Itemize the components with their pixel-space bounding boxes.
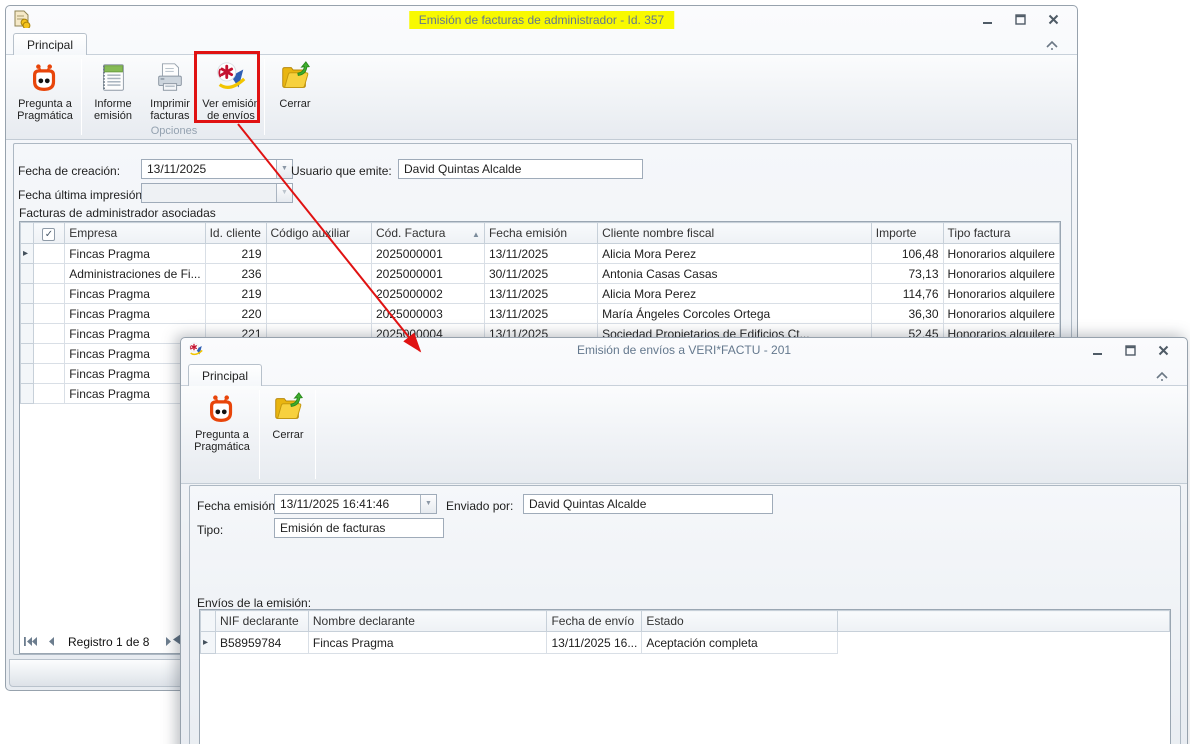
- row-marker-header: [20, 222, 34, 244]
- window2-tabrow: Principal: [181, 363, 1187, 387]
- table-row[interactable]: Administraciones de Fi... 236 2025000001 …: [20, 263, 1060, 284]
- robot-icon: [210, 393, 233, 422]
- row-marker-icon: ▸: [20, 243, 34, 264]
- col-codigo-auxiliar[interactable]: Código auxiliar: [265, 222, 372, 244]
- minimize-button[interactable]: [1087, 343, 1107, 358]
- col-nif-declarante[interactable]: NIF declarante: [214, 610, 309, 632]
- row-marker-icon: ▸: [200, 631, 216, 654]
- tab-principal[interactable]: Principal: [13, 33, 88, 56]
- tipo-input[interactable]: Emisión de facturas: [274, 518, 444, 538]
- pregunta-pragmatica-button[interactable]: Pregunta a Pragmática: [189, 389, 255, 457]
- cerrar-button[interactable]: Cerrar: [268, 58, 322, 126]
- record-navigator: Registro 1 de 8: [22, 632, 195, 651]
- verifactu-icon: [216, 61, 246, 90]
- close-folder-icon: [282, 61, 310, 88]
- col-tipo-factura[interactable]: Tipo factura: [942, 222, 1060, 244]
- table-row[interactable]: ▸ Fincas Pragma 219 2025000001 13/11/2025…: [20, 243, 1060, 264]
- table-row[interactable]: ▸ B58959784 Fincas Pragma 13/11/2025 16.…: [200, 631, 1170, 654]
- minimize-button[interactable]: [977, 12, 997, 27]
- window1-ribbon: Pregunta a Pragmática Informe emisión Im…: [6, 55, 1077, 140]
- printer-icon: [158, 63, 182, 91]
- window2-ribbon: Pregunta a Pragmática Cerrar: [181, 386, 1187, 484]
- informe-emision-button[interactable]: Informe emisión: [85, 58, 141, 126]
- maximize-button[interactable]: [1010, 12, 1030, 27]
- pregunta-pragmatica-button[interactable]: Pregunta a Pragmática: [12, 58, 78, 126]
- facturas-asociadas-caption: Facturas de administrador asociadas: [19, 206, 216, 220]
- table-row[interactable]: Fincas Pragma 219 2025000002 13/11/2025 Al…: [20, 283, 1060, 304]
- dropdown-icon[interactable]: ▼: [276, 160, 292, 178]
- fecha-emision-label: Fecha emisión:: [197, 499, 279, 513]
- header-row: NIF declarante Nombre declarante Fecha d…: [200, 610, 1170, 632]
- close-button[interactable]: [1043, 12, 1063, 27]
- nav-first-icon[interactable]: [22, 634, 38, 649]
- window1-title: Emisión de facturas de administrador - I…: [408, 11, 675, 29]
- report-icon: [102, 63, 125, 92]
- dropdown-icon: ▼: [276, 184, 292, 202]
- tab-principal[interactable]: Principal: [188, 364, 263, 387]
- sort-asc-icon: ▲: [472, 230, 480, 239]
- tipo-label: Tipo:: [197, 523, 224, 537]
- cerrar-button[interactable]: Cerrar: [263, 389, 313, 457]
- envios-grid: NIF declarante Nombre declarante Fecha d…: [199, 609, 1171, 744]
- record-counter: Registro 1 de 8: [68, 634, 150, 649]
- window1-tabrow: Principal: [6, 32, 1077, 56]
- window2-titlebar: Emisión de envíos a VERI*FACTU - 201: [181, 338, 1187, 363]
- check-icon: ✓: [42, 228, 56, 241]
- window1-titlebar: Emisión de facturas de administrador - I…: [6, 6, 1077, 32]
- fecha-emision-input[interactable]: 13/11/2025 16:41:46 ▼: [274, 494, 437, 514]
- usuario-emite-input[interactable]: David Quintas Alcalde: [398, 159, 643, 179]
- col-fecha-emision[interactable]: Fecha emisión: [483, 222, 599, 244]
- collapse-ribbon-icon[interactable]: [1155, 370, 1169, 382]
- col-id-cliente[interactable]: Id. cliente: [204, 222, 267, 244]
- maximize-button[interactable]: [1120, 343, 1140, 358]
- select-column-header[interactable]: ✓: [32, 222, 66, 244]
- table-row[interactable]: Fincas Pragma 220 2025000003 13/11/2025 Ma…: [20, 303, 1060, 324]
- verifactu-icon: [188, 342, 203, 356]
- col-nombre-declarante[interactable]: Nombre declarante: [307, 610, 548, 632]
- fecha-impresion-label: Fecha última impresión:: [18, 188, 146, 202]
- fecha-creacion-label: Fecha de creación:: [18, 164, 121, 178]
- header-row: ✓ Empresa Id. cliente Código auxiliar ▲ C…: [20, 222, 1060, 244]
- invoice-coins-icon: [14, 10, 31, 28]
- row-marker-header: [200, 610, 216, 632]
- usuario-emite-label: Usuario que emite:: [291, 164, 392, 178]
- imprimir-facturas-button[interactable]: Imprimir facturas: [142, 58, 198, 126]
- ribbon-group-opciones: Opciones: [150, 125, 198, 137]
- col-fecha-envio[interactable]: Fecha de envío: [546, 610, 643, 632]
- col-estado[interactable]: Estado: [641, 610, 838, 632]
- ver-emision-envios-button[interactable]: Ver emisión de envíos: [199, 58, 263, 126]
- window2-title: Emisión de envíos a VERI*FACTU - 201: [576, 343, 792, 357]
- col-filler: [836, 610, 1170, 632]
- emision-envios-window: Emisión de envíos a VERI*FACTU - 201 Pri…: [180, 337, 1188, 744]
- col-cod-factura[interactable]: ▲ Cód. Factura: [371, 222, 485, 244]
- envios-emision-caption: Envíos de la emisión:: [197, 596, 312, 610]
- fecha-creacion-input[interactable]: 13/11/2025 ▼: [141, 159, 293, 179]
- enviado-por-label: Enviado por:: [446, 499, 514, 513]
- col-cliente-nombre[interactable]: Cliente nombre fiscal: [597, 222, 872, 244]
- nav-prev-icon[interactable]: [42, 634, 58, 649]
- col-empresa[interactable]: Empresa: [64, 222, 206, 244]
- close-folder-icon: [275, 392, 303, 419]
- close-button[interactable]: [1153, 343, 1173, 358]
- enviado-por-input[interactable]: David Quintas Alcalde: [523, 494, 773, 514]
- dropdown-icon[interactable]: ▼: [420, 495, 436, 513]
- fecha-impresion-input[interactable]: ▼: [141, 183, 293, 203]
- col-importe[interactable]: Importe: [870, 222, 944, 244]
- robot-icon: [33, 62, 56, 91]
- collapse-ribbon-icon[interactable]: [1045, 39, 1059, 51]
